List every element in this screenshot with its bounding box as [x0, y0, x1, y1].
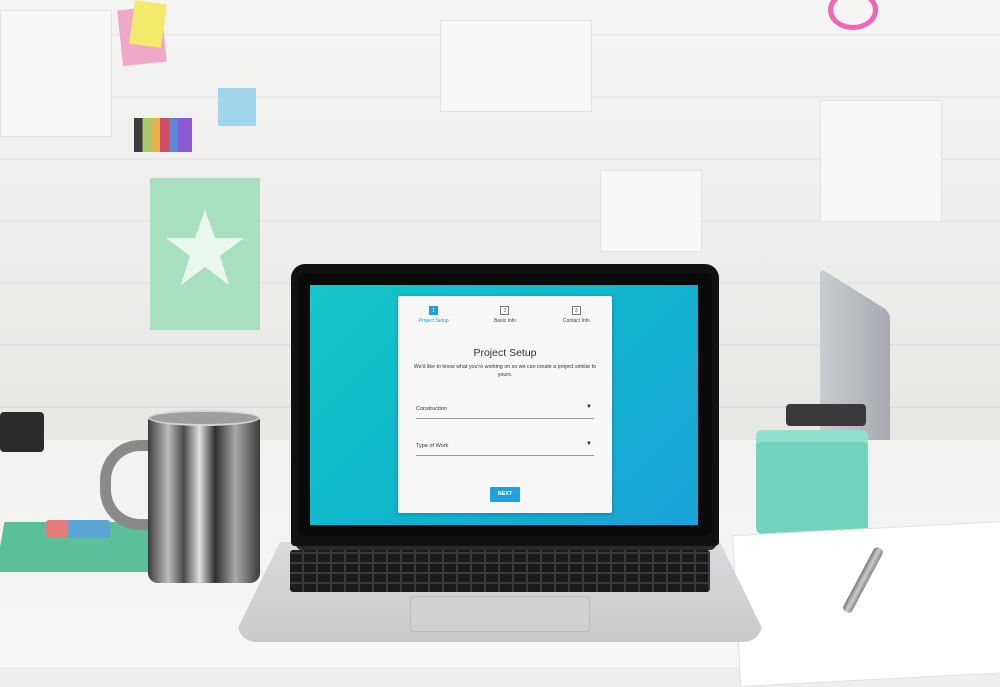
step-basic-info[interactable]: 2 Basic Info — [475, 296, 535, 330]
star-poster — [150, 178, 260, 330]
select-value: Construction — [416, 406, 447, 412]
step-label: Project Setup — [418, 318, 449, 324]
page-title: Project Setup — [473, 347, 537, 359]
laptop-lid: 1 Project Setup 2 Basic Info 3 Contact I… — [291, 264, 719, 546]
color-swatch-card — [134, 118, 192, 152]
pinned-paper — [600, 170, 702, 252]
pinned-paper — [440, 20, 592, 112]
star-icon — [166, 210, 244, 285]
mint-speaker — [756, 442, 868, 534]
step-label: Basic Info — [494, 318, 516, 324]
sticky-note — [129, 0, 167, 49]
phone — [786, 404, 866, 426]
pinned-paper — [0, 10, 112, 137]
stepper: 1 Project Setup 2 Basic Info 3 Contact I… — [398, 296, 612, 330]
caret-down-icon: ▼ — [586, 441, 592, 447]
pinned-paper — [820, 100, 942, 222]
step-project-setup[interactable]: 1 Project Setup — [404, 296, 464, 330]
keyboard-edge — [0, 412, 44, 452]
construction-select[interactable]: Construction ▼ — [416, 404, 594, 419]
sketch-paper — [732, 520, 1000, 687]
steel-mug — [148, 415, 260, 583]
step-contact-info[interactable]: 3 Contact Info — [546, 296, 606, 330]
next-button[interactable]: NEXT — [490, 487, 520, 502]
step-number: 1 — [429, 306, 439, 315]
step-label: Contact Info — [562, 318, 590, 324]
type-of-work-select[interactable]: Type of Work ▼ — [416, 441, 594, 456]
laptop-screen: 1 Project Setup 2 Basic Info 3 Contact I… — [310, 285, 698, 525]
project-setup-dialog: 1 Project Setup 2 Basic Info 3 Contact I… — [398, 296, 612, 513]
page-subtitle: We'd like to know what you're working on… — [413, 364, 597, 378]
sticky-note — [218, 88, 256, 126]
caret-down-icon: ▼ — [586, 404, 592, 410]
eraser — [46, 520, 110, 538]
mug-rim — [148, 410, 260, 426]
laptop-keyboard — [290, 550, 710, 592]
laptop-trackpad — [410, 596, 590, 632]
step-number: 2 — [500, 306, 510, 315]
select-value: Type of Work — [416, 443, 449, 449]
step-number: 3 — [571, 306, 581, 315]
